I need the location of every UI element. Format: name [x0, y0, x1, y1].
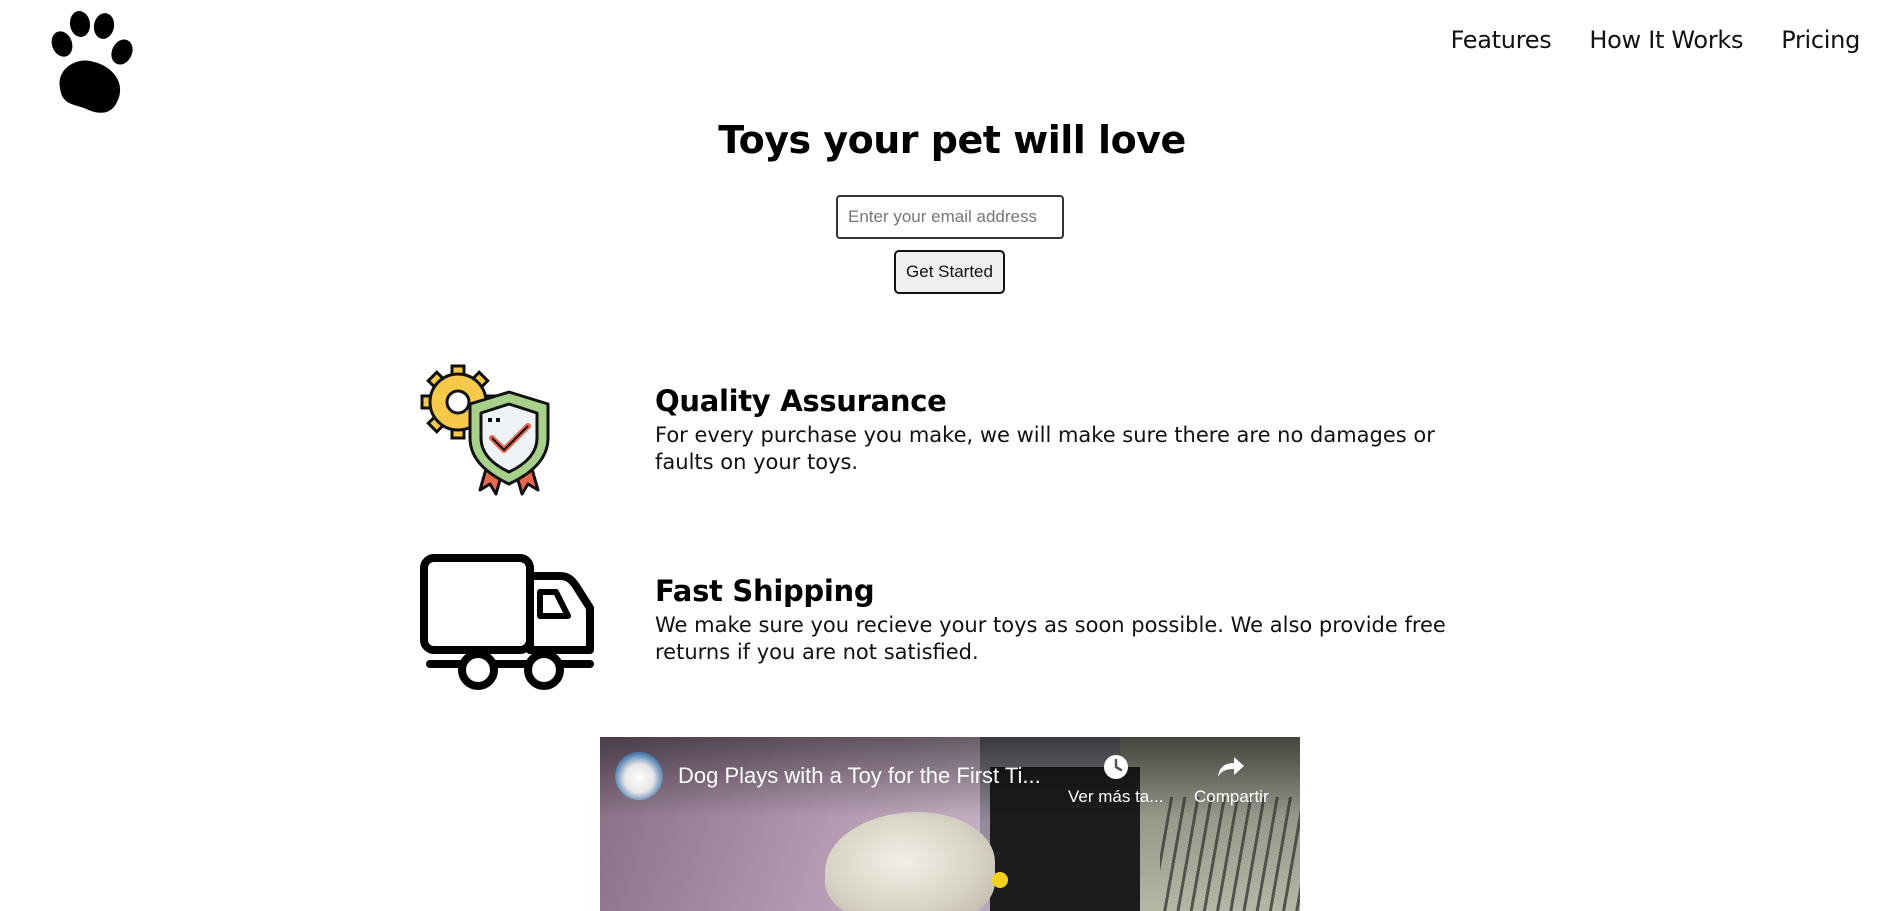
feature-title: Fast Shipping	[655, 574, 875, 608]
get-started-button[interactable]: Get Started	[894, 250, 1005, 294]
share-arrow-icon	[1218, 757, 1245, 777]
watch-later-label: Ver más ta...	[1068, 787, 1164, 806]
truck-icon	[420, 552, 595, 696]
paw-print-icon[interactable]	[42, 8, 138, 118]
feature-title: Quality Assurance	[655, 384, 947, 418]
feature-text: Fast Shipping We make sure you recieve y…	[655, 574, 1475, 666]
video-frame	[992, 872, 1008, 888]
share-button[interactable]: Compartir	[1194, 753, 1269, 807]
email-input[interactable]	[836, 195, 1064, 239]
hero-title: Toys your pet will love	[718, 118, 1186, 162]
feature-text: Quality Assurance For every purchase you…	[655, 384, 1475, 476]
video-player[interactable]: Dog Plays with a Toy for the First Ti...…	[600, 737, 1300, 911]
feature-fast-shipping: Fast Shipping We make sure you recieve y…	[420, 552, 1470, 702]
clock-icon	[1103, 755, 1128, 779]
channel-avatar[interactable]	[615, 752, 663, 800]
feature-description: We make sure you recieve your toys as so…	[655, 613, 1446, 664]
share-label: Compartir	[1194, 787, 1269, 806]
video-title[interactable]: Dog Plays with a Toy for the First Ti...	[678, 763, 1041, 789]
nav-link-how-it-works[interactable]: How It Works	[1589, 26, 1743, 54]
nav-link-pricing[interactable]: Pricing	[1781, 26, 1860, 54]
watch-later-button[interactable]: Ver más ta...	[1068, 753, 1163, 807]
landing-page: Features How It Works Pricing Toys your …	[0, 0, 1904, 911]
feature-description: For every purchase you make, we will mak…	[655, 423, 1435, 474]
feature-quality-assurance: Quality Assurance For every purchase you…	[420, 362, 1470, 512]
top-nav: Features How It Works Pricing	[1451, 26, 1861, 54]
nav-link-features[interactable]: Features	[1451, 26, 1552, 54]
quality-badge-icon	[420, 362, 560, 501]
